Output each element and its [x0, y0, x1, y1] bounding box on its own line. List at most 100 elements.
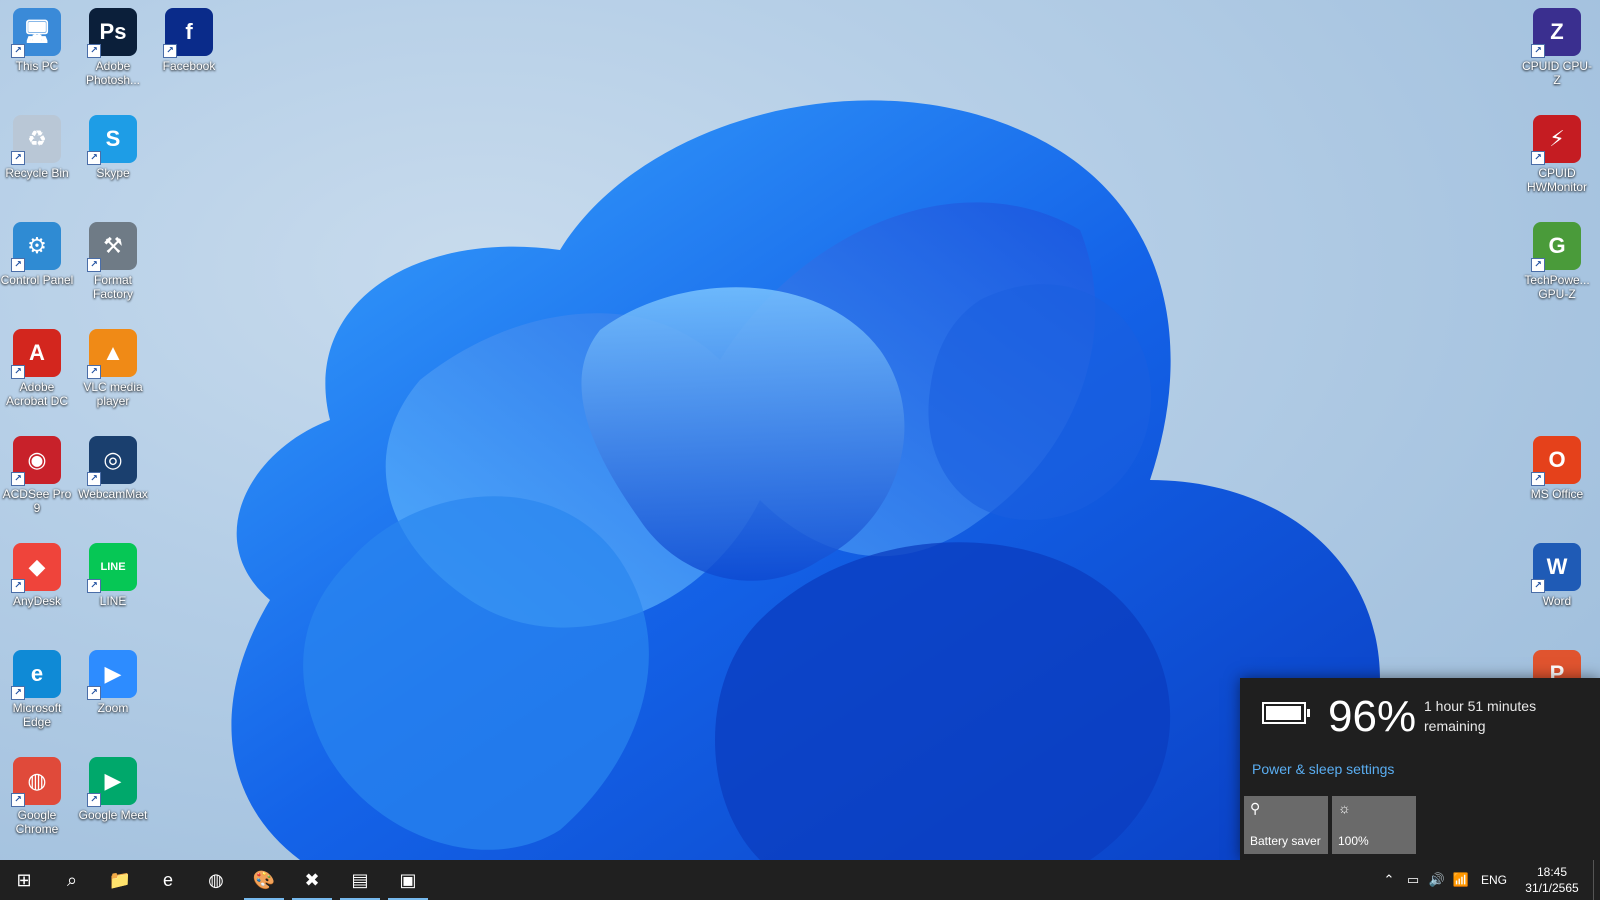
desktop-icon-label: LINE [99, 594, 127, 608]
shortcut-arrow-icon: ↗ [11, 686, 25, 700]
brightness-label: 100% [1338, 834, 1369, 848]
language-indicator[interactable]: ENG [1473, 873, 1515, 887]
anydesk-icon: ◆ ↗ [11, 543, 61, 593]
desktop-icon-label: CPUID HWMonitor [1526, 166, 1587, 194]
search-button[interactable]: ⌕ [48, 860, 96, 900]
shortcut-arrow-icon: ↗ [87, 579, 101, 593]
line-icon: LINE ↗ [87, 543, 137, 593]
shortcut-arrow-icon: ↗ [11, 365, 25, 379]
brightness-tile[interactable]: ☼ 100% [1332, 796, 1416, 854]
desktop-icon-label: Recycle Bin [5, 166, 69, 180]
desktop-icon-label: Google Chrome [15, 808, 59, 836]
shortcut-arrow-icon: ↗ [11, 472, 25, 486]
facebook-icon: f ↗ [163, 8, 213, 58]
shortcut-arrow-icon: ↗ [87, 365, 101, 379]
vlc-icon: ▲ ↗ [87, 329, 137, 379]
desktop-icon-label: Microsoft Edge [12, 701, 62, 729]
battery-saver-label: Battery saver [1250, 834, 1321, 848]
desktop-icon-webcammax[interactable]: ◎ ↗ WebcamMax [76, 436, 150, 501]
battery-flyout: 96% 1 hour 51 minutes remaining Power & … [1240, 678, 1600, 860]
shortcut-arrow-icon: ↗ [87, 151, 101, 165]
desktop-icon-hwmonitor[interactable]: ⚡ ↗ CPUID HWMonitor [1520, 115, 1594, 194]
desktop-icon-acrobat[interactable]: A ↗ Adobe Acrobat DC [0, 329, 74, 408]
shortcut-arrow-icon: ↗ [1531, 472, 1545, 486]
desktop-icon-recycle-bin[interactable]: ♻ ↗ Recycle Bin [0, 115, 74, 180]
battery-tray-icon[interactable]: ▭ [1401, 872, 1425, 888]
desktop-icon-word[interactable]: W ↗ Word [1520, 543, 1594, 608]
shortcut-arrow-icon: ↗ [11, 258, 25, 272]
shortcut-arrow-icon: ↗ [11, 44, 25, 58]
shortcut-arrow-icon: ↗ [11, 151, 25, 165]
desktop-icon-label: Google Meet [78, 808, 148, 822]
desktop-icon-label: Word [1542, 594, 1572, 608]
desktop-icon-edge[interactable]: e ↗ Microsoft Edge [0, 650, 74, 729]
desktop-icon-anydesk[interactable]: ◆ ↗ AnyDesk [0, 543, 74, 608]
desktop-icon-label: Facebook [162, 59, 216, 73]
desktop-icon-label: MS Office [1530, 487, 1584, 501]
acrobat-icon: A ↗ [11, 329, 61, 379]
desktop-icon-format-factory[interactable]: ⚒ ↗ Format Factory [76, 222, 150, 301]
start-button[interactable]: ⊞ [0, 860, 48, 900]
shortcut-arrow-icon: ↗ [87, 472, 101, 486]
desktop-icon-label: This PC [15, 59, 59, 73]
hwmonitor-icon: ⚡ ↗ [1531, 115, 1581, 165]
desktop-icon-gpuz[interactable]: G ↗ TechPowe... GPU-Z [1520, 222, 1594, 301]
shortcut-arrow-icon: ↗ [87, 793, 101, 807]
app-x-button[interactable]: ✖ [288, 860, 336, 900]
desktop-icon-line[interactable]: LINE ↗ LINE [76, 543, 150, 608]
battery-saver-tile[interactable]: ⚲ Battery saver [1244, 796, 1328, 854]
format-factory-icon: ⚒ ↗ [87, 222, 137, 272]
edge-button[interactable]: e [144, 860, 192, 900]
desktop-icon-label: Zoom [97, 701, 129, 715]
desktop-icon-label: TechPowe... GPU-Z [1524, 273, 1590, 301]
desktop-icon-vlc[interactable]: ▲ ↗ VLC media player [76, 329, 150, 408]
desktop-icon-photoshop[interactable]: Ps ↗ Adobe Photosh... [76, 8, 150, 87]
desktop-icon-label: AnyDesk [12, 594, 62, 608]
shortcut-arrow-icon: ↗ [1531, 579, 1545, 593]
battery-saver-icon: ⚲ [1250, 800, 1261, 816]
shortcut-arrow-icon: ↗ [87, 686, 101, 700]
network-icon[interactable]: 📶 [1449, 872, 1473, 888]
shortcut-arrow-icon: ↗ [87, 258, 101, 272]
chrome-button[interactable]: ◍ [192, 860, 240, 900]
power-sleep-settings-link[interactable]: Power & sleep settings [1252, 761, 1394, 777]
shortcut-arrow-icon: ↗ [87, 44, 101, 58]
paint-button[interactable]: 🎨 [240, 860, 288, 900]
desktop-icon-facebook[interactable]: f ↗ Facebook [152, 8, 226, 73]
desktop-icon-label: VLC media player [83, 380, 143, 408]
google-meet-icon: ▶ ↗ [87, 757, 137, 807]
desktop-icon-google-meet[interactable]: ▶ ↗ Google Meet [76, 757, 150, 822]
skype-icon: S ↗ [87, 115, 137, 165]
file-explorer-button[interactable]: 📁 [96, 860, 144, 900]
clock[interactable]: 18:45 31/1/2565 [1515, 864, 1589, 896]
shortcut-arrow-icon: ↗ [11, 579, 25, 593]
desktop-icon-label: Format Factory [92, 273, 133, 301]
desktop-icon-computer[interactable]: 🖥 ↗ This PC [0, 8, 74, 73]
desktop-icon-office[interactable]: O ↗ MS Office [1520, 436, 1594, 501]
clock-time: 18:45 [1536, 865, 1568, 879]
battery-icon [1262, 702, 1310, 724]
desktop-icon-label: Adobe Acrobat DC [5, 380, 69, 408]
shortcut-arrow-icon: ↗ [1531, 258, 1545, 272]
acdsee-icon: ◉ ↗ [11, 436, 61, 486]
shortcut-arrow-icon: ↗ [1531, 44, 1545, 58]
app-monitor-button[interactable]: ▣ [384, 860, 432, 900]
battery-percent: 96% [1328, 692, 1417, 741]
desktop-icon-control-panel[interactable]: ⚙ ↗ Control Panel [0, 222, 74, 287]
taskbar: ⊞ ⌕ 📁 e ◍ 🎨 ✖ ▤ ▣ ⌃ ▭ 🔊 📶 ENG 18:45 31/1/2565 [0, 860, 1600, 900]
word-icon: W ↗ [1531, 543, 1581, 593]
brightness-icon: ☼ [1338, 800, 1351, 816]
desktop-icon-cpuz[interactable]: Z ↗ CPUID CPU-Z [1520, 8, 1594, 87]
shortcut-arrow-icon: ↗ [11, 793, 25, 807]
desktop-icon-acdsee[interactable]: ◉ ↗ ACDSee Pro 9 [0, 436, 74, 515]
chevron-up-icon[interactable]: ⌃ [1377, 872, 1401, 888]
battery-remaining: 1 hour 51 minutes remaining [1424, 698, 1537, 734]
desktop-icon-skype[interactable]: S ↗ Skype [76, 115, 150, 180]
show-desktop-button[interactable] [1593, 860, 1600, 900]
desktop-icon-zoom[interactable]: ▶ ↗ Zoom [76, 650, 150, 715]
volume-icon[interactable]: 🔊 [1425, 872, 1449, 888]
app-tool-button[interactable]: ▤ [336, 860, 384, 900]
desktop-icon-chrome[interactable]: ◍ ↗ Google Chrome [0, 757, 74, 836]
office-icon: O ↗ [1531, 436, 1581, 486]
shortcut-arrow-icon: ↗ [1531, 151, 1545, 165]
